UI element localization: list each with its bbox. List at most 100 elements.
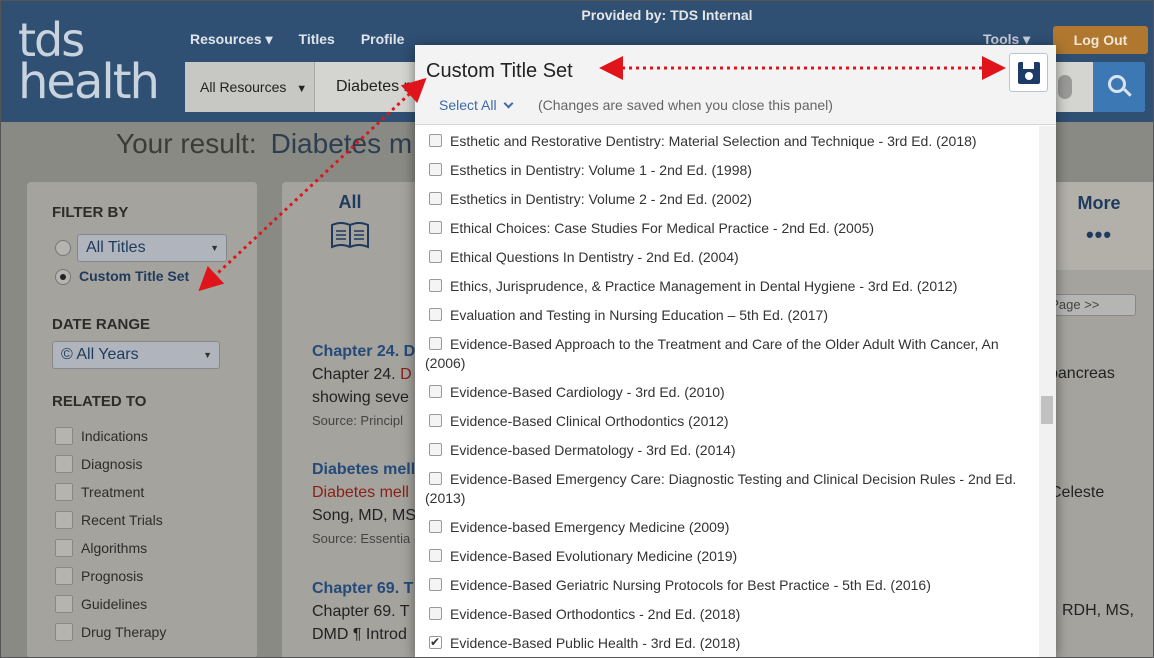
checkbox[interactable] <box>55 595 73 613</box>
title-checkbox[interactable] <box>429 308 442 321</box>
title-label: Evaluation and Testing in Nursing Educat… <box>450 307 828 323</box>
title-label: Esthetic and Restorative Dentistry: Mate… <box>450 133 977 149</box>
title-checkbox[interactable] <box>429 134 442 147</box>
related-indications[interactable]: Indications <box>52 427 257 455</box>
scrollbar-thumb[interactable] <box>1041 396 1053 424</box>
title-checkbox[interactable] <box>429 414 442 427</box>
filter-sidebar: FILTER BY All Titles ▼ Custom Title Set D… <box>27 182 257 658</box>
resources-dropdown[interactable]: All Resources ▼ <box>185 62 315 112</box>
title-checkbox[interactable] <box>429 520 442 533</box>
title-label: Evidence-Based Cardiology - 3rd Ed. (201… <box>450 384 725 400</box>
title-list-item[interactable]: Evidence-Based Emergency Care: Diagnosti… <box>425 470 1030 508</box>
custom-title-set-panel: Custom Title Set Select All (Changes are… <box>415 45 1056 658</box>
related-guidelines[interactable]: Guidelines <box>52 595 257 623</box>
years-dropdown[interactable]: © All Years ▼ <box>52 341 220 369</box>
title-list-item[interactable]: Esthetics in Dentistry: Volume 1 - 2nd E… <box>425 161 1030 180</box>
title-list-item[interactable]: Evidence-Based Geriatric Nursing Protoco… <box>425 576 1030 595</box>
result-source: Source: Principl <box>312 413 404 428</box>
title-list-item[interactable]: Ethical Choices: Case Studies For Medica… <box>425 219 1030 238</box>
checkbox[interactable] <box>55 511 73 529</box>
title-label: Evidence-Based Orthodontics - 2nd Ed. (2… <box>450 606 741 622</box>
result-item: Diabetes mell Diabetes mell Song, MD, MS… <box>312 458 416 550</box>
title-list-item[interactable]: Evaluation and Testing in Nursing Educat… <box>425 306 1030 325</box>
save-note: (Changes are saved when you close this p… <box>538 97 833 113</box>
title-label: Evidence-Based Public Health - 3rd Ed. (… <box>450 635 741 651</box>
title-checkbox[interactable] <box>429 549 442 562</box>
checkbox[interactable] <box>55 427 73 445</box>
search-button[interactable] <box>1093 62 1145 112</box>
title-list-item[interactable]: Evidence-based Emergency Medicine (2009) <box>425 518 1030 537</box>
floppy-disk-icon <box>1018 62 1040 84</box>
title-list-item[interactable]: Esthetics in Dentistry: Volume 2 - 2nd E… <box>425 190 1030 209</box>
nav-resources[interactable]: Resources ▾ <box>190 31 273 48</box>
result-item: Chapter 24. D Chapter 24. D showing seve… <box>312 340 415 432</box>
title-list-item[interactable]: Evidence-Based Cardiology - 3rd Ed. (201… <box>425 383 1030 402</box>
date-range-heading: DATE RANGE <box>52 316 151 333</box>
title-list-item[interactable]: Evidence-Based Clinical Orthodontics (20… <box>425 412 1030 431</box>
panel-scrollbar[interactable] <box>1039 126 1056 658</box>
related-drug-therapy[interactable]: Drug Therapy <box>52 623 257 651</box>
related-prognosis[interactable]: Prognosis <box>52 567 257 595</box>
related-treatment[interactable]: Treatment <box>52 483 257 511</box>
title-checkbox[interactable] <box>429 192 442 205</box>
all-titles-radio[interactable] <box>55 240 71 256</box>
result-title-link[interactable]: Chapter 24. D <box>312 340 415 363</box>
custom-title-set-label[interactable]: Custom Title Set <box>79 268 189 284</box>
result-source: Source: Essentia <box>312 531 411 546</box>
filter-by-heading: FILTER BY <box>52 204 129 221</box>
microphone-icon[interactable] <box>1058 75 1072 99</box>
title-label: Evidence-Based Evolutionary Medicine (20… <box>450 548 738 564</box>
checkbox[interactable] <box>55 623 73 641</box>
title-list-item[interactable]: Evidence-Based Public Health - 3rd Ed. (… <box>425 633 1030 653</box>
nav-titles[interactable]: Titles <box>299 31 335 48</box>
provided-by-text: Provided by: TDS Internal <box>581 7 753 23</box>
title-label: Evidence-Based Emergency Care: Diagnosti… <box>425 471 1017 506</box>
checkbox[interactable] <box>55 567 73 585</box>
result-title-link[interactable]: Chapter 69. T <box>312 577 413 600</box>
title-label: Ethics, Jurisprudence, & Practice Manage… <box>450 278 958 294</box>
title-checkbox[interactable] <box>429 578 442 591</box>
title-label: Evidence-Based Geriatric Nursing Protoco… <box>450 577 931 593</box>
save-button[interactable] <box>1009 53 1048 92</box>
title-list-item[interactable]: Ethics, Jurisprudence, & Practice Manage… <box>425 277 1030 296</box>
related-recent-trials[interactable]: Recent Trials <box>52 511 257 539</box>
title-checkbox[interactable] <box>429 633 442 652</box>
result-heading: Your result: Diabetes m <box>116 128 413 159</box>
nav-profile[interactable]: Profile <box>361 31 405 48</box>
title-checkbox[interactable] <box>429 337 442 350</box>
related-to-heading: RELATED TO <box>52 393 147 410</box>
tab-more[interactable]: More ••• <box>1044 182 1154 270</box>
tds-health-logo[interactable]: tds health <box>18 17 160 107</box>
main-nav: Resources ▾ Titles Profile <box>190 31 430 48</box>
title-checkbox[interactable] <box>429 385 442 398</box>
title-list: Esthetic and Restorative Dentistry: Mate… <box>415 126 1039 658</box>
title-list-item[interactable]: Ethical Questions In Dentistry - 2nd Ed.… <box>425 248 1030 267</box>
title-list-item[interactable]: Evidence-based Dermatology - 3rd Ed. (20… <box>425 441 1030 460</box>
related-diagnosis[interactable]: Diagnosis <box>52 455 257 483</box>
title-checkbox[interactable] <box>429 163 442 176</box>
checkbox[interactable] <box>55 455 73 473</box>
title-checkbox[interactable] <box>429 443 442 456</box>
title-checkbox[interactable] <box>429 221 442 234</box>
title-list-item[interactable]: Esthetic and Restorative Dentistry: Mate… <box>425 132 1030 151</box>
custom-title-set-radio[interactable] <box>55 269 71 285</box>
title-checkbox[interactable] <box>429 607 442 620</box>
title-label: Esthetics in Dentistry: Volume 1 - 2nd E… <box>450 162 752 178</box>
select-all-dropdown[interactable]: Select All <box>439 97 514 113</box>
title-list-item[interactable]: Evidence-Based Evolutionary Medicine (20… <box>425 547 1030 566</box>
checkbox[interactable] <box>55 483 73 501</box>
title-list-item[interactable]: Evidence-Based Orthodontics - 2nd Ed. (2… <box>425 605 1030 624</box>
search-input[interactable]: Diabetes m <box>336 62 417 112</box>
tab-all[interactable]: All <box>314 192 386 213</box>
title-label: Evidence-based Dermatology - 3rd Ed. (20… <box>450 442 736 458</box>
title-checkbox[interactable] <box>429 472 442 485</box>
title-checkbox[interactable] <box>429 250 442 263</box>
related-algorithms[interactable]: Algorithms <box>52 539 257 567</box>
titles-dropdown[interactable]: All Titles ▼ <box>77 234 227 262</box>
panel-header: Custom Title Set Select All (Changes are… <box>415 45 1056 125</box>
title-checkbox[interactable] <box>429 279 442 292</box>
logout-button[interactable]: Log Out <box>1053 26 1148 54</box>
title-list-item[interactable]: Evidence-Based Approach to the Treatment… <box>425 335 1030 373</box>
result-title-link[interactable]: Diabetes mell <box>312 458 416 481</box>
checkbox[interactable] <box>55 539 73 557</box>
